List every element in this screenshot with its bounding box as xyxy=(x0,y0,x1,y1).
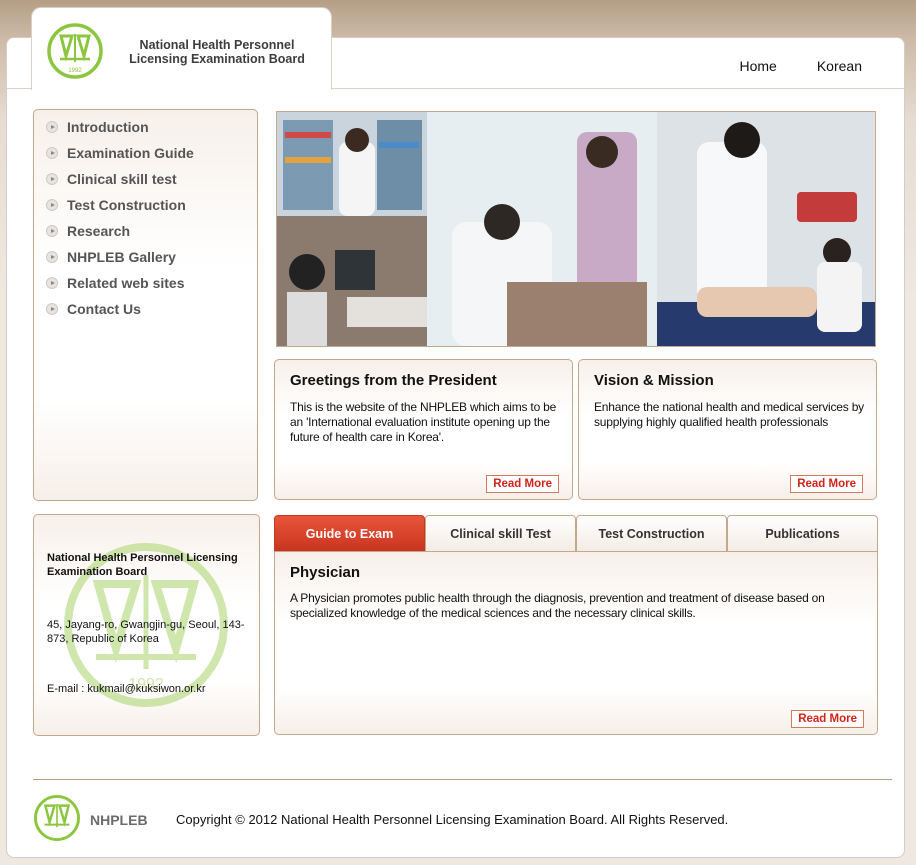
tab-clinical-skill-test[interactable]: Clinical skill Test xyxy=(425,515,576,551)
sidebar-item-research[interactable]: Research xyxy=(34,218,257,244)
footer-brand: NHPLEB xyxy=(90,812,148,828)
contact-address: 45, Jayang-ro, Gwangjin-gu, Seoul, 143-8… xyxy=(47,619,245,645)
footer-logo-icon xyxy=(34,795,80,841)
vision-read-more-button[interactable]: Read More xyxy=(790,475,863,493)
arrow-bullet-icon xyxy=(46,277,58,289)
sidebar-item-related-sites[interactable]: Related web sites xyxy=(34,270,257,296)
panel-read-more-button[interactable]: Read More xyxy=(791,710,864,728)
sidebar-item-label: Introduction xyxy=(67,119,149,135)
arrow-bullet-icon xyxy=(46,121,58,133)
sidebar-item-contact-us[interactable]: Contact Us xyxy=(34,296,257,322)
greeting-body: This is the website of the NHPLEB which … xyxy=(290,400,557,444)
sidebar-item-introduction[interactable]: Introduction xyxy=(34,114,257,140)
tab-test-construction[interactable]: Test Construction xyxy=(576,515,727,551)
arrow-bullet-icon xyxy=(46,303,58,315)
vision-card: Vision & Mission Enhance the national he… xyxy=(578,359,877,500)
nhpleb-logo[interactable]: 1992 xyxy=(46,22,104,80)
hero-photo-collage xyxy=(276,111,876,347)
arrow-bullet-icon xyxy=(46,173,58,185)
arrow-bullet-icon xyxy=(46,147,58,159)
tab-guide-to-exam[interactable]: Guide to Exam xyxy=(274,515,425,551)
sidebar-item-test-construction[interactable]: Test Construction xyxy=(34,192,257,218)
greeting-read-more-button[interactable]: Read More xyxy=(486,475,559,493)
nav-home[interactable]: Home xyxy=(739,58,776,74)
tab-publications[interactable]: Publications xyxy=(727,515,878,551)
sidebar-item-label: Test Construction xyxy=(67,197,186,213)
arrow-bullet-icon xyxy=(46,199,58,211)
arrow-bullet-icon xyxy=(46,251,58,263)
greeting-card: Greetings from the President This is the… xyxy=(274,359,573,500)
logo-year: 1992 xyxy=(68,68,82,74)
contact-org-name: National Health Personnel Licensing Exam… xyxy=(47,552,238,578)
sidebar-item-examination-guide[interactable]: Examination Guide xyxy=(34,140,257,166)
footer-divider xyxy=(33,779,892,780)
sidebar-item-label: Research xyxy=(67,223,131,239)
logo-header-tab: 1992 National Health Personnel Licensing… xyxy=(31,7,332,90)
sidebar-item-label: Related web sites xyxy=(67,275,185,291)
arrow-bullet-icon xyxy=(46,225,58,237)
contact-box: 1992 National Health Personnel Licensing… xyxy=(33,514,260,736)
sidebar-item-label: Clinical skill test xyxy=(67,171,177,187)
panel-body: A Physician promotes public health throu… xyxy=(290,591,825,620)
sidebar-item-label: Examination Guide xyxy=(67,145,194,161)
greeting-title: Greetings from the President xyxy=(290,372,497,389)
contact-email[interactable]: E-mail : kukmail@kuksiwon.or.kr xyxy=(47,683,205,695)
vision-body: Enhance the national health and medical … xyxy=(594,400,864,429)
site-title: National Health Personnel Licensing Exam… xyxy=(129,38,305,66)
tab-panel: Physician A Physician promotes public he… xyxy=(274,551,878,735)
main-page: Home Korean Introduction Examination Gui… xyxy=(6,37,905,858)
nav-korean[interactable]: Korean xyxy=(817,58,862,74)
top-nav: Home Korean xyxy=(739,58,862,74)
guide-tabs: Guide to Exam Clinical skill Test Test C… xyxy=(274,515,878,552)
sidebar-menu: Introduction Examination Guide Clinical … xyxy=(33,109,258,501)
copyright-text: Copyright © 2012 National Health Personn… xyxy=(176,812,729,827)
sidebar-item-label: Contact Us xyxy=(67,301,141,317)
sidebar-item-clinical-skill-test[interactable]: Clinical skill test xyxy=(34,166,257,192)
sidebar-item-label: NHPLEB Gallery xyxy=(67,249,176,265)
sidebar-item-gallery[interactable]: NHPLEB Gallery xyxy=(34,244,257,270)
vision-title: Vision & Mission xyxy=(594,372,714,389)
panel-title: Physician xyxy=(290,564,361,581)
